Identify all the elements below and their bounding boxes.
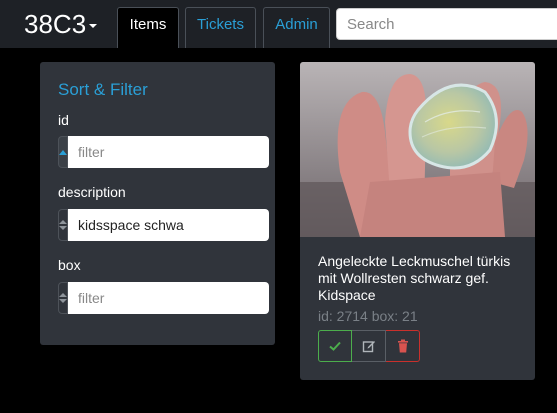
- item-description: Angeleckte Leckmuschel türkis mit Wollre…: [318, 253, 511, 303]
- confirm-button[interactable]: [318, 330, 352, 362]
- brand-dropdown[interactable]: 38C3: [24, 9, 98, 39]
- id-filter-group: [58, 136, 269, 168]
- description-filter-group: [58, 209, 269, 241]
- brand-label: 38C3: [24, 9, 87, 39]
- item-photo: [300, 62, 535, 237]
- box-filter-group: [58, 282, 269, 314]
- sort-filter-panel: Sort & Filter id description box: [40, 62, 275, 345]
- tab-tickets[interactable]: Tickets: [185, 7, 256, 48]
- tab-admin[interactable]: Admin: [263, 7, 330, 48]
- sort-unsorted-icon: [59, 293, 67, 303]
- delete-button[interactable]: [386, 330, 420, 362]
- edit-icon: [362, 341, 375, 353]
- id-sort-button[interactable]: [58, 136, 68, 168]
- item-meta: id: 2714 box: 21: [318, 308, 418, 324]
- trash-icon: [397, 339, 408, 353]
- panel-title: Sort & Filter: [58, 80, 148, 99]
- check-icon: [329, 341, 341, 351]
- description-field-label: description: [58, 184, 126, 200]
- description-filter-input[interactable]: [68, 209, 269, 241]
- id-filter-input[interactable]: [68, 136, 269, 168]
- box-field-label: box: [58, 257, 81, 273]
- item-actions: [318, 330, 420, 362]
- description-sort-button[interactable]: [58, 209, 68, 241]
- sort-unsorted-icon: [59, 220, 67, 230]
- top-navbar: 38C3 Items Tickets Admin: [0, 0, 557, 48]
- item-card: Angeleckte Leckmuschel türkis mit Wollre…: [300, 62, 535, 380]
- search-input[interactable]: [336, 8, 557, 40]
- caret-down-icon: [89, 24, 98, 29]
- box-filter-input[interactable]: [68, 282, 269, 314]
- box-sort-button[interactable]: [58, 282, 68, 314]
- sort-ascending-icon: [59, 149, 67, 155]
- tab-items[interactable]: Items: [117, 7, 179, 48]
- id-field-label: id: [58, 112, 69, 128]
- edit-button[interactable]: [352, 330, 386, 362]
